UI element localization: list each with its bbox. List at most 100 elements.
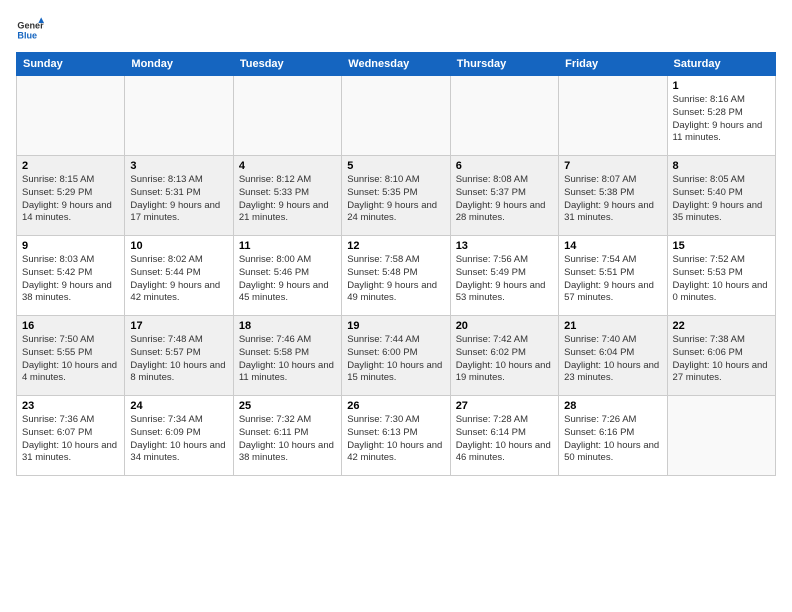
calendar-cell: 4 Sunrise: 8:12 AMSunset: 5:33 PMDaylight…	[233, 156, 341, 236]
day-info: Sunrise: 7:28 AMSunset: 6:14 PMDaylight:…	[456, 414, 553, 465]
day-info: Sunrise: 7:30 AMSunset: 6:13 PMDaylight:…	[347, 414, 444, 465]
day-info: Sunrise: 7:34 AMSunset: 6:09 PMDaylight:…	[130, 414, 227, 465]
week-row-5: 23 Sunrise: 7:36 AMSunset: 6:07 PMDayligh…	[17, 396, 776, 476]
day-number: 14	[564, 240, 661, 252]
calendar-cell: 3Sunrise: 8:13 AMSunset: 5:31 PMDaylight…	[125, 156, 233, 236]
day-number: 18	[239, 320, 336, 332]
day-number: 5	[347, 160, 444, 172]
day-info: Sunrise: 7:36 AMSunset: 6:07 PMDaylight:…	[22, 414, 119, 465]
day-info: Sunrise: 7:42 AMSunset: 6:02 PMDaylight:…	[456, 334, 553, 385]
day-info: Sunrise: 7:50 AMSunset: 5:55 PMDaylight:…	[22, 334, 119, 385]
calendar-cell	[559, 76, 667, 156]
calendar-cell	[667, 396, 775, 476]
calendar-cell: 24 Sunrise: 7:34 AMSunset: 6:09 PMDayligh…	[125, 396, 233, 476]
day-info: Sunrise: 8:16 AMSunset: 5:28 PMDaylight:…	[673, 94, 770, 145]
logo-icon: General Blue	[16, 16, 44, 44]
day-info: Sunrise: 8:03 AMSunset: 5:42 PMDaylight:…	[22, 254, 119, 305]
calendar-cell: 7 Sunrise: 8:07 AMSunset: 5:38 PMDaylight…	[559, 156, 667, 236]
day-header-wednesday: Wednesday	[342, 53, 450, 76]
calendar-cell: 11 Sunrise: 8:00 AMSunset: 5:46 PMDayligh…	[233, 236, 341, 316]
calendar-cell: 9 Sunrise: 8:03 AMSunset: 5:42 PMDaylight…	[17, 236, 125, 316]
day-number: 4	[239, 160, 336, 172]
day-info: Sunrise: 8:02 AMSunset: 5:44 PMDaylight:…	[130, 254, 227, 305]
calendar-cell: 27 Sunrise: 7:28 AMSunset: 6:14 PMDayligh…	[450, 396, 558, 476]
day-info: Sunrise: 7:26 AMSunset: 6:16 PMDaylight:…	[564, 414, 661, 465]
day-info: Sunrise: 7:52 AMSunset: 5:53 PMDaylight:…	[673, 254, 770, 305]
day-info: Sunrise: 7:48 AMSunset: 5:57 PMDaylight:…	[130, 334, 227, 385]
day-number: 9	[22, 240, 119, 252]
day-number: 23	[22, 400, 119, 412]
day-number: 12	[347, 240, 444, 252]
day-number: 16	[22, 320, 119, 332]
week-row-1: 1Sunrise: 8:16 AMSunset: 5:28 PMDaylight…	[17, 76, 776, 156]
calendar-cell: 5 Sunrise: 8:10 AMSunset: 5:35 PMDaylight…	[342, 156, 450, 236]
calendar-cell: 25Sunrise: 7:32 AMSunset: 6:11 PMDayligh…	[233, 396, 341, 476]
calendar-cell	[450, 76, 558, 156]
calendar-cell: 28 Sunrise: 7:26 AMSunset: 6:16 PMDayligh…	[559, 396, 667, 476]
calendar-cell	[125, 76, 233, 156]
calendar-cell: 26 Sunrise: 7:30 AMSunset: 6:13 PMDayligh…	[342, 396, 450, 476]
day-number: 28	[564, 400, 661, 412]
day-info: Sunrise: 7:54 AMSunset: 5:51 PMDaylight:…	[564, 254, 661, 305]
day-info: Sunrise: 7:38 AMSunset: 6:06 PMDaylight:…	[673, 334, 770, 385]
day-number: 7	[564, 160, 661, 172]
day-number: 27	[456, 400, 553, 412]
day-info: Sunrise: 8:05 AMSunset: 5:40 PMDaylight:…	[673, 174, 770, 225]
calendar-cell: 17 Sunrise: 7:48 AMSunset: 5:57 PMDayligh…	[125, 316, 233, 396]
week-row-2: 2 Sunrise: 8:15 AMSunset: 5:29 PMDaylight…	[17, 156, 776, 236]
day-number: 25	[239, 400, 336, 412]
day-number: 11	[239, 240, 336, 252]
day-header-monday: Monday	[125, 53, 233, 76]
calendar-cell: 12 Sunrise: 7:58 AMSunset: 5:48 PMDayligh…	[342, 236, 450, 316]
day-number: 17	[130, 320, 227, 332]
calendar-cell: 15 Sunrise: 7:52 AMSunset: 5:53 PMDayligh…	[667, 236, 775, 316]
day-number: 22	[673, 320, 770, 332]
day-number: 24	[130, 400, 227, 412]
day-header-sunday: Sunday	[17, 53, 125, 76]
day-info: Sunrise: 7:40 AMSunset: 6:04 PMDaylight:…	[564, 334, 661, 385]
calendar-cell: 13 Sunrise: 7:56 AMSunset: 5:49 PMDayligh…	[450, 236, 558, 316]
svg-text:Blue: Blue	[17, 30, 37, 40]
days-header-row: SundayMondayTuesdayWednesdayThursdayFrid…	[17, 53, 776, 76]
calendar-cell	[342, 76, 450, 156]
calendar-cell	[233, 76, 341, 156]
day-number: 13	[456, 240, 553, 252]
day-header-friday: Friday	[559, 53, 667, 76]
day-header-saturday: Saturday	[667, 53, 775, 76]
calendar-cell: 14 Sunrise: 7:54 AMSunset: 5:51 PMDayligh…	[559, 236, 667, 316]
day-number: 15	[673, 240, 770, 252]
calendar: SundayMondayTuesdayWednesdayThursdayFrid…	[16, 52, 776, 476]
day-info: Sunrise: 7:58 AMSunset: 5:48 PMDaylight:…	[347, 254, 444, 305]
day-header-thursday: Thursday	[450, 53, 558, 76]
day-info: Sunrise: 8:10 AMSunset: 5:35 PMDaylight:…	[347, 174, 444, 225]
calendar-cell: 1Sunrise: 8:16 AMSunset: 5:28 PMDaylight…	[667, 76, 775, 156]
calendar-cell: 19 Sunrise: 7:44 AMSunset: 6:00 PMDayligh…	[342, 316, 450, 396]
day-info: Sunrise: 8:07 AMSunset: 5:38 PMDaylight:…	[564, 174, 661, 225]
day-number: 3	[130, 160, 227, 172]
calendar-cell: 6 Sunrise: 8:08 AMSunset: 5:37 PMDaylight…	[450, 156, 558, 236]
week-row-3: 9 Sunrise: 8:03 AMSunset: 5:42 PMDaylight…	[17, 236, 776, 316]
day-number: 2	[22, 160, 119, 172]
day-info: Sunrise: 8:08 AMSunset: 5:37 PMDaylight:…	[456, 174, 553, 225]
day-info: Sunrise: 7:46 AMSunset: 5:58 PMDaylight:…	[239, 334, 336, 385]
day-info: Sunrise: 7:56 AMSunset: 5:49 PMDaylight:…	[456, 254, 553, 305]
calendar-cell: 22 Sunrise: 7:38 AMSunset: 6:06 PMDayligh…	[667, 316, 775, 396]
day-info: Sunrise: 7:44 AMSunset: 6:00 PMDaylight:…	[347, 334, 444, 385]
calendar-cell: 18 Sunrise: 7:46 AMSunset: 5:58 PMDayligh…	[233, 316, 341, 396]
day-number: 6	[456, 160, 553, 172]
day-info: Sunrise: 8:00 AMSunset: 5:46 PMDaylight:…	[239, 254, 336, 305]
day-info: Sunrise: 8:12 AMSunset: 5:33 PMDaylight:…	[239, 174, 336, 225]
calendar-cell: 10 Sunrise: 8:02 AMSunset: 5:44 PMDayligh…	[125, 236, 233, 316]
day-number: 10	[130, 240, 227, 252]
calendar-cell	[17, 76, 125, 156]
day-info: Sunrise: 8:15 AMSunset: 5:29 PMDaylight:…	[22, 174, 119, 225]
calendar-cell: 16 Sunrise: 7:50 AMSunset: 5:55 PMDayligh…	[17, 316, 125, 396]
day-number: 21	[564, 320, 661, 332]
day-header-tuesday: Tuesday	[233, 53, 341, 76]
week-row-4: 16 Sunrise: 7:50 AMSunset: 5:55 PMDayligh…	[17, 316, 776, 396]
day-number: 19	[347, 320, 444, 332]
day-number: 26	[347, 400, 444, 412]
header: General Blue	[16, 16, 776, 44]
calendar-cell: 2 Sunrise: 8:15 AMSunset: 5:29 PMDaylight…	[17, 156, 125, 236]
calendar-cell: 20Sunrise: 7:42 AMSunset: 6:02 PMDayligh…	[450, 316, 558, 396]
